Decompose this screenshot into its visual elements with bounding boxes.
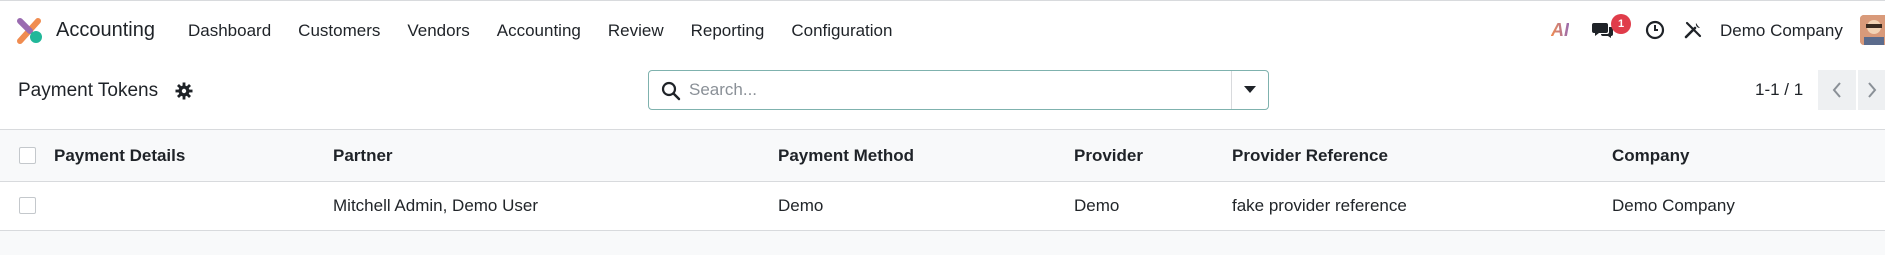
chevron-right-icon (1867, 82, 1876, 98)
search-options-toggle[interactable] (1231, 71, 1268, 109)
column-header-partner[interactable]: Partner (333, 146, 393, 166)
table-row[interactable]: Mitchell Admin, Demo User Demo Demo fake… (0, 182, 1885, 231)
cell-partner: Mitchell Admin, Demo User (333, 196, 539, 215)
column-header-payment-method[interactable]: Payment Method (778, 146, 914, 166)
column-header-provider-reference[interactable]: Provider Reference (1232, 146, 1388, 166)
chevron-left-icon (1832, 82, 1841, 98)
list-view: Payment Details Partner Payment Method P… (0, 129, 1885, 255)
menu-item-reporting[interactable]: Reporting (691, 21, 765, 41)
pager-next-button[interactable] (1858, 70, 1885, 110)
table-header: Payment Details Partner Payment Method P… (0, 130, 1885, 182)
column-header-payment-details[interactable]: Payment Details (54, 146, 185, 166)
gear-icon[interactable] (175, 82, 193, 100)
menu-item-customers[interactable]: Customers (298, 21, 380, 41)
menu-item-dashboard[interactable]: Dashboard (188, 21, 271, 41)
search-input[interactable] (689, 77, 1209, 103)
pager-value[interactable]: 1-1 / 1 (1755, 80, 1803, 100)
control-panel: Payment Tokens 1-1 / 1 (0, 52, 1885, 129)
cell-payment-method: Demo (778, 196, 824, 215)
tools-icon[interactable] (1683, 15, 1703, 45)
chat-badge: 1 (1611, 14, 1631, 34)
menu-item-configuration[interactable]: Configuration (791, 21, 892, 41)
search-bar (648, 70, 1269, 110)
caret-down-icon (1244, 86, 1256, 93)
menu-item-vendors[interactable]: Vendors (407, 21, 469, 41)
company-switcher[interactable]: Demo Company (1720, 21, 1843, 41)
ai-icon[interactable]: AI (1551, 15, 1569, 45)
row-checkbox[interactable] (19, 197, 36, 214)
app-name[interactable]: Accounting (56, 19, 155, 42)
menu-item-accounting[interactable]: Accounting (497, 21, 581, 41)
pager-previous-button[interactable] (1818, 70, 1856, 110)
ai-label: AI (1551, 19, 1569, 40)
menu-item-review[interactable]: Review (608, 21, 664, 41)
user-avatar[interactable] (1860, 15, 1885, 45)
main-menu: Dashboard Customers Vendors Accounting R… (188, 21, 919, 41)
search-icon[interactable] (661, 81, 681, 101)
column-header-provider[interactable]: Provider (1074, 146, 1143, 166)
app-logo-icon[interactable] (16, 17, 44, 45)
column-header-company[interactable]: Company (1612, 146, 1689, 166)
select-all-checkbox[interactable] (19, 147, 36, 164)
page-title[interactable]: Payment Tokens (18, 80, 158, 102)
cell-provider-reference: fake provider reference (1232, 196, 1407, 215)
top-navbar: Accounting Dashboard Customers Vendors A… (0, 0, 1885, 52)
cell-provider: Demo (1074, 196, 1120, 215)
clock-icon[interactable] (1645, 15, 1665, 45)
cell-company: Demo Company (1612, 196, 1735, 215)
